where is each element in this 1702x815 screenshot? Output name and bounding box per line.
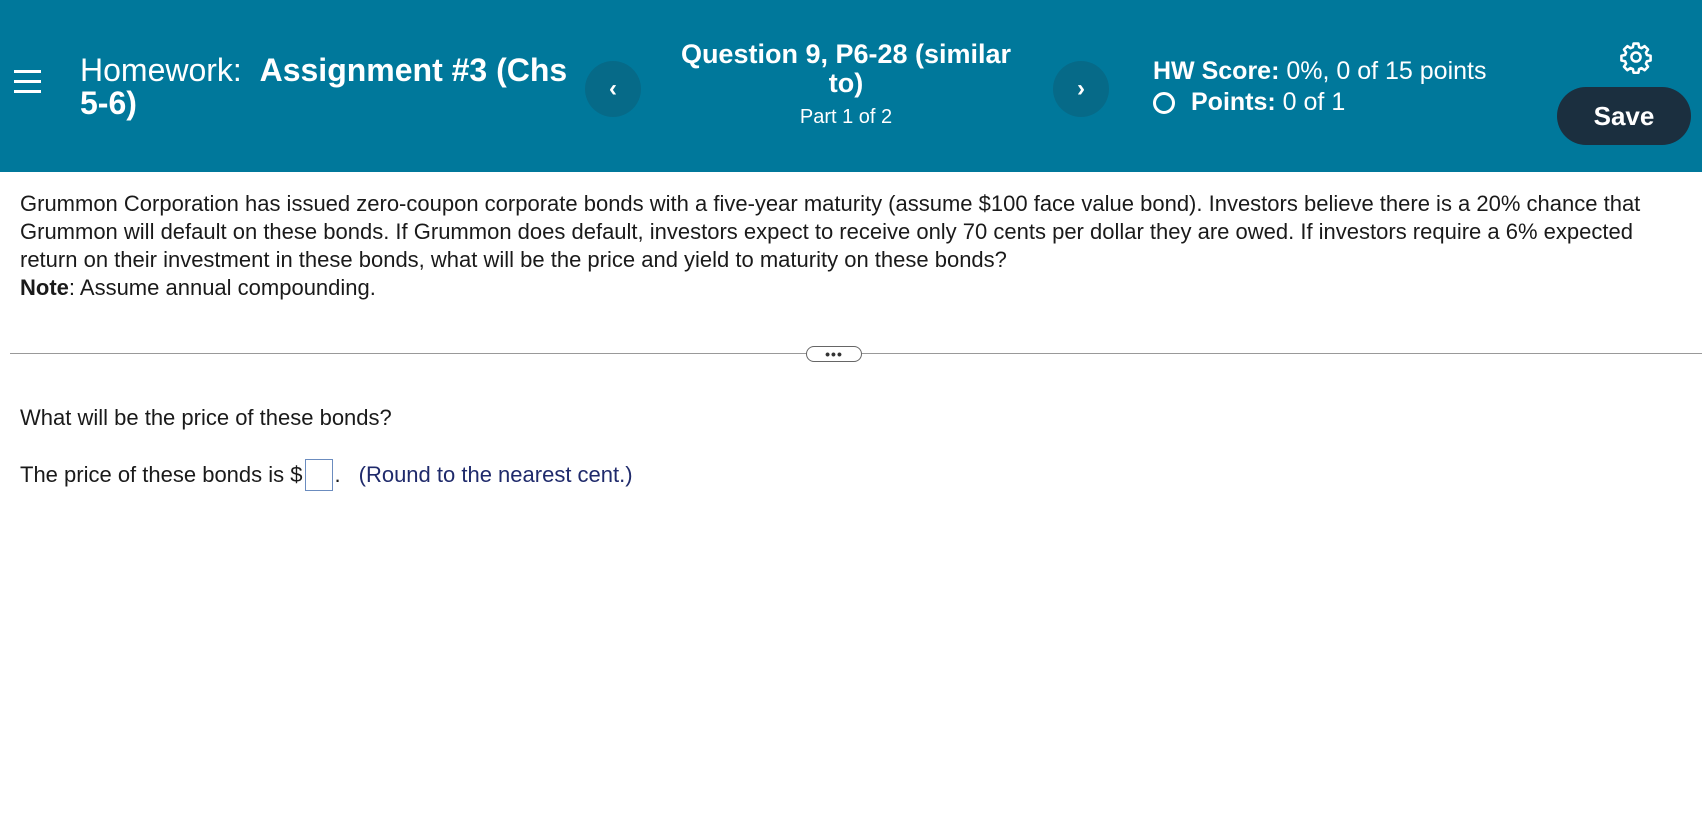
points-label: Points: xyxy=(1191,88,1276,116)
answer-suffix: . xyxy=(334,462,341,487)
hw-score: HW Score: 0%, 0 of 15 points xyxy=(1153,56,1487,87)
gear-icon[interactable] xyxy=(1619,40,1653,74)
chevron-right-icon: › xyxy=(1077,75,1085,102)
chevron-left-icon: ‹ xyxy=(609,75,617,102)
menu-icon[interactable] xyxy=(14,70,46,100)
hw-score-value: 0%, 0 of 15 points xyxy=(1286,57,1487,85)
answer-row: The price of these bonds is $ . (Round t… xyxy=(20,459,633,491)
points-row: Points: 0 of 1 xyxy=(1153,87,1487,118)
problem-text: Grummon Corporation has issued zero-coup… xyxy=(20,191,1641,272)
save-button[interactable]: Save xyxy=(1557,87,1691,145)
price-input[interactable] xyxy=(304,459,333,491)
top-bar: Homework: Assignment #3 (Chs 5-6) ‹ Ques… xyxy=(0,0,1702,172)
homework-title: Homework: Assignment #3 (Chs 5-6) xyxy=(80,54,580,120)
question-info: Question 9, P6-28 (similar to) Part 1 of… xyxy=(660,40,1032,129)
problem-note: Note: Assume annual compounding. xyxy=(20,274,1680,302)
question-part: Part 1 of 2 xyxy=(799,106,893,128)
rounding-hint: (Round to the nearest cent.) xyxy=(358,462,633,487)
homework-prefix: Homework: xyxy=(80,52,242,88)
hw-score-label: HW Score: xyxy=(1153,57,1280,85)
problem-statement: Grummon Corporation has issued zero-coup… xyxy=(20,190,1680,302)
question-title: Question 9, P6-28 (similar to) xyxy=(680,39,1012,98)
note-label: Note xyxy=(20,275,69,300)
part-question: What will be the price of these bonds? xyxy=(20,405,392,430)
score-panel: HW Score: 0%, 0 of 15 points Points: 0 o… xyxy=(1153,56,1487,118)
points-status-icon[interactable] xyxy=(1153,91,1175,114)
answer-prefix: The price of these bonds is $ xyxy=(20,462,303,487)
note-text: : Assume annual compounding. xyxy=(68,275,376,300)
expand-button[interactable]: ••• xyxy=(806,346,862,362)
points-value: 0 of 1 xyxy=(1282,88,1346,116)
previous-question-button[interactable]: ‹ xyxy=(585,61,641,117)
next-question-button[interactable]: › xyxy=(1053,61,1109,117)
